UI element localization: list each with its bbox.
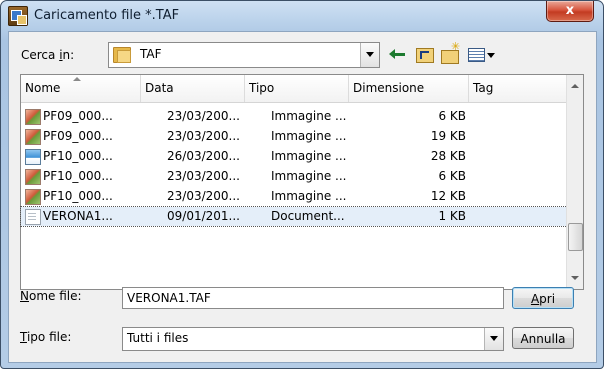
filename-label: Nome file: xyxy=(20,289,82,303)
title-bar[interactable]: Caricamento file *.TAF x xyxy=(1,1,603,31)
column-header-tag[interactable]: Tag xyxy=(469,75,567,102)
column-header-tipo[interactable]: Tipo xyxy=(245,75,349,102)
scroll-down-icon[interactable] xyxy=(571,276,579,280)
filetype-combobox[interactable]: Tutti i files xyxy=(122,327,504,351)
folder-icon xyxy=(113,46,131,63)
filetype-label-rest: ipo file: xyxy=(26,330,72,344)
file-row-selected[interactable]: VERONA1... 09/01/201... Document... 1 KB xyxy=(20,206,568,227)
app-icon xyxy=(8,6,28,26)
file-name: PF10_000... xyxy=(43,169,113,183)
file-name: PF09_000... xyxy=(43,109,113,123)
filename-label-rest: ome file: xyxy=(28,289,82,303)
filetype-dropdown-arrow[interactable] xyxy=(484,328,503,350)
file-type: Document... xyxy=(271,209,345,223)
column-header-nome-label: Nome xyxy=(25,81,61,95)
file-row[interactable]: PF10_000... 23/03/200... Immagine ... 6 … xyxy=(21,167,567,186)
new-folder-icon[interactable] xyxy=(439,40,461,65)
file-type: Immagine ... xyxy=(271,129,347,143)
column-header-dimensione[interactable]: Dimensione xyxy=(349,75,469,102)
scroll-up-icon[interactable] xyxy=(571,84,579,88)
list-header: Nome Data Tipo Dimensione Tag xyxy=(21,75,567,103)
image-file-icon xyxy=(25,129,41,145)
file-name: VERONA1... xyxy=(43,209,113,223)
image-file-icon xyxy=(25,169,41,185)
scroll-thumb[interactable] xyxy=(568,223,583,251)
file-date: 23/03/200... xyxy=(167,189,240,203)
file-date: 26/03/200... xyxy=(167,149,240,163)
file-size: 1 KB xyxy=(438,209,466,223)
filetype-value: Tutti i files xyxy=(127,331,189,345)
image-file-icon xyxy=(25,109,41,125)
look-in-label-prefix: Cerca xyxy=(21,48,60,62)
dialog-window: Caricamento file *.TAF x Cerca in: TAF N… xyxy=(0,0,604,369)
look-in-combobox[interactable]: TAF xyxy=(108,42,380,68)
file-name: PF10_000... xyxy=(43,189,113,203)
file-date: 23/03/200... xyxy=(167,129,240,143)
file-size: 6 KB xyxy=(438,109,466,123)
image-file-blue-icon xyxy=(25,149,41,165)
image-file-icon xyxy=(25,189,41,205)
filetype-label-accel: T xyxy=(20,330,27,344)
views-menu-icon[interactable] xyxy=(467,43,497,65)
look-in-label: Cerca in: xyxy=(21,48,74,62)
column-header-nome[interactable]: Nome xyxy=(21,75,141,102)
back-icon[interactable] xyxy=(389,43,411,65)
file-date: 23/03/200... xyxy=(167,109,240,123)
file-size: 12 KB xyxy=(430,189,466,203)
open-button-label: pri xyxy=(539,292,556,306)
file-size: 28 KB xyxy=(430,149,466,163)
filetype-label: Tipo file: xyxy=(20,330,71,344)
file-row[interactable]: PF09_000... 23/03/200... Immagine ... 19… xyxy=(21,127,567,146)
close-button[interactable]: x xyxy=(546,1,594,22)
file-name: PF09_000... xyxy=(43,129,113,143)
file-row[interactable]: PF10_000... 26/03/200... Immagine ... 28… xyxy=(21,147,567,166)
chevron-down-icon xyxy=(366,52,374,57)
file-type: Immagine ... xyxy=(271,169,347,183)
file-type: Immagine ... xyxy=(271,149,347,163)
cancel-button[interactable]: Annulla xyxy=(512,327,574,349)
file-type: Immagine ... xyxy=(271,189,347,203)
filename-input[interactable]: VERONA1.TAF xyxy=(122,287,504,309)
file-date: 09/01/201... xyxy=(167,209,240,223)
file-type: Immagine ... xyxy=(271,109,347,123)
column-header-data[interactable]: Data xyxy=(141,75,245,102)
look-in-label-suffix: n: xyxy=(62,48,75,62)
up-folder-icon[interactable] xyxy=(414,43,436,65)
filename-label-accel: N xyxy=(20,289,29,303)
dialog-body: Cerca in: TAF Nome Data Tipo Dimensione … xyxy=(8,31,597,363)
file-date: 23/03/200... xyxy=(167,169,240,183)
document-file-icon xyxy=(25,209,41,225)
file-row[interactable]: PF10_000... 23/03/200... Immagine ... 12… xyxy=(21,187,567,206)
look-in-dropdown-arrow[interactable] xyxy=(360,43,379,67)
open-button[interactable]: Apri xyxy=(512,287,574,309)
file-name: PF10_000... xyxy=(43,149,113,163)
vertical-scrollbar[interactable] xyxy=(566,75,583,289)
chevron-down-icon xyxy=(490,336,498,341)
sort-up-icon xyxy=(73,77,81,81)
file-row[interactable]: PF09_000... 23/03/200... Immagine ... 6 … xyxy=(21,107,567,126)
open-button-accel: A xyxy=(530,292,540,306)
file-list[interactable]: Nome Data Tipo Dimensione Tag PF09_000..… xyxy=(20,74,584,290)
look-in-value: TAF xyxy=(140,47,162,61)
window-title: Caricamento file *.TAF xyxy=(34,8,180,23)
file-size: 19 KB xyxy=(430,129,466,143)
file-size: 6 KB xyxy=(438,169,466,183)
